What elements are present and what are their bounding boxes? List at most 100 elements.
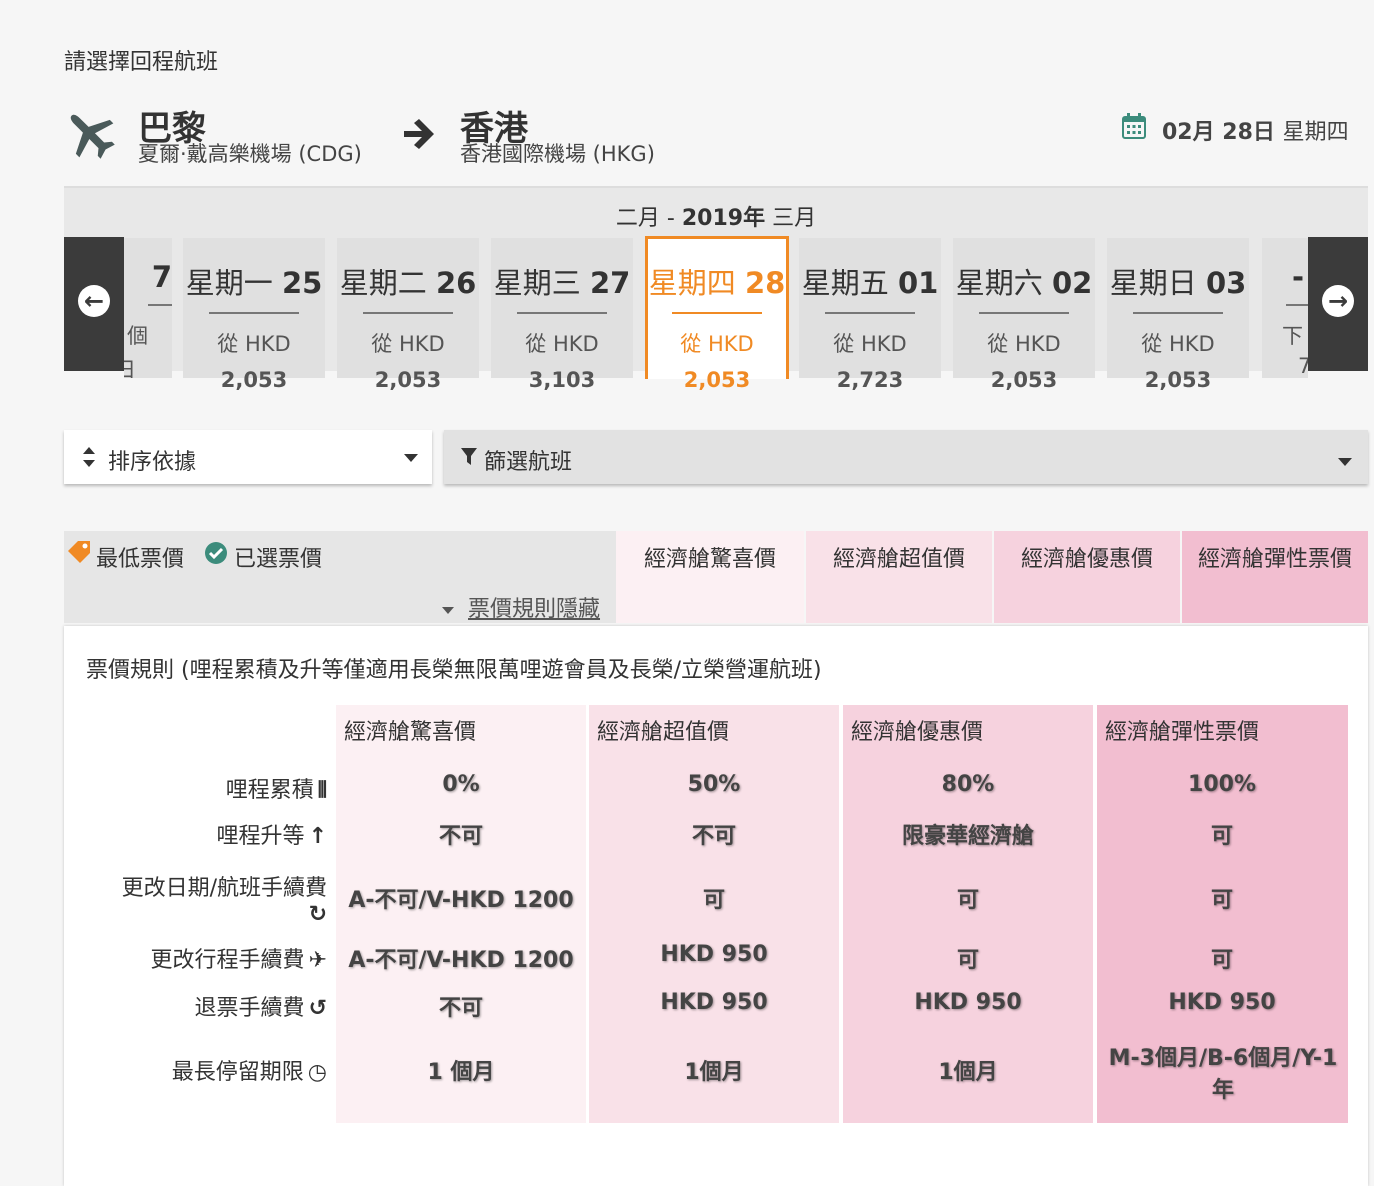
rule-row-label: 更改行程手續費 ✈ <box>151 942 327 974</box>
rule-label-text: 更改日期/航班手續費 <box>121 876 327 901</box>
day-title: 星期五 01 <box>799 260 941 302</box>
rule-row-label: 哩程累積 ⫴ <box>226 772 327 804</box>
day-from-label: 從 HKD <box>833 332 907 356</box>
day-divider <box>825 312 915 314</box>
day-title: 星期四 28 <box>648 260 786 302</box>
partial-right-rule <box>1286 304 1308 306</box>
fare-legend: 最低票價 已選票價 票價規則隱藏 <box>64 531 616 623</box>
day-price: 2,053 <box>374 368 442 392</box>
sort-label: 排序依據 <box>108 450 197 475</box>
fare-rules-toggle-label: 票價規則隱藏 <box>468 597 601 622</box>
day-number: 26 <box>435 266 477 300</box>
month-label: 二月 - 2019年 三月 <box>0 200 1374 232</box>
partial-left-rule <box>148 304 172 306</box>
fare-type-label: 經濟艙超值價 <box>832 547 965 572</box>
day-price: 2,053 <box>990 368 1058 392</box>
day-number: 27 <box>589 266 631 300</box>
rule-cell: 不可 <box>438 824 483 849</box>
sort-icon <box>83 447 95 467</box>
day-weekday: 星期五 <box>801 266 889 300</box>
filter-dropdown[interactable]: 篩選航班 <box>444 430 1368 484</box>
day-card[interactable]: 星期二 26 從 HKD 2,053 <box>337 238 479 392</box>
day-card[interactable]: 星期四 28 從 HKD 2,053 <box>645 236 789 392</box>
day-weekday: 星期六 <box>955 266 1043 300</box>
fare-type-header: 經濟艙超值價 <box>806 531 992 623</box>
price-tag-icon <box>68 541 90 563</box>
rule-cell: HKD 950 <box>914 990 1022 1015</box>
day-weekday: 星期一 <box>185 266 273 300</box>
day-weekday: 星期三 <box>493 266 581 300</box>
day-title: 星期日 03 <box>1107 260 1249 302</box>
fare-type-label: 經濟艙優惠價 <box>1020 547 1153 572</box>
rule-cell: 不可 <box>691 824 736 849</box>
travel-date-value: 02月 28日 <box>1162 120 1275 145</box>
rule-cell: HKD 950 <box>660 990 768 1015</box>
day-divider <box>363 312 453 314</box>
rules-column-header: 經濟艙優惠價 <box>851 720 984 745</box>
miles-icon: ⫴ <box>317 778 327 803</box>
day-price: 2,053 <box>220 368 288 392</box>
day-weekday: 星期日 <box>1109 266 1197 300</box>
sort-dropdown[interactable]: 排序依據 <box>64 430 432 484</box>
rule-row-label: 最長停留期限 ◷ <box>172 1054 327 1086</box>
day-number: 25 <box>281 266 323 300</box>
day-title: 星期六 02 <box>953 260 1095 302</box>
rule-label-text: 最長停留期限 <box>171 1060 304 1085</box>
clock-icon: ◷ <box>307 1060 327 1085</box>
upgrade-arrow-icon: ↑ <box>308 824 327 849</box>
prev-week-button[interactable]: ← <box>64 237 124 371</box>
page-heading: 請選擇回程航班 <box>64 50 219 75</box>
day-card-partial-right[interactable]: - 下 7 <box>1262 238 1308 378</box>
rules-column-header: 經濟艙驚喜價 <box>344 720 477 745</box>
fare-type-header: 經濟艙優惠價 <box>994 531 1180 623</box>
rule-cell: 限豪華經濟艙 <box>901 824 1034 849</box>
day-from-label: 從 HKD <box>525 332 599 356</box>
origin-city: 巴黎 <box>138 109 206 149</box>
rule-label-text: 哩程累積 <box>225 778 314 803</box>
fare-type-label: 經濟艙驚喜價 <box>643 547 776 572</box>
calendar-icon <box>1122 113 1146 139</box>
rule-cell: 可 <box>956 948 979 973</box>
day-weekday: 星期四 <box>648 266 736 300</box>
day-card[interactable]: 星期六 02 從 HKD 2,053 <box>953 238 1095 392</box>
day-card[interactable]: 星期三 27 從 HKD 3,103 <box>491 238 633 392</box>
day-title: 星期二 26 <box>337 260 479 302</box>
day-number: 03 <box>1205 266 1247 300</box>
chevron-down-icon <box>1338 458 1352 466</box>
fare-type-header: 經濟艙驚喜價 <box>616 531 804 623</box>
day-price: 2,053 <box>1144 368 1212 392</box>
chevron-down-icon <box>404 454 418 462</box>
rule-cell: 可 <box>702 888 725 913</box>
day-card-partial-left[interactable]: 7 個 日 <box>124 238 172 378</box>
day-card[interactable]: 星期一 25 從 HKD 2,053 <box>183 238 325 392</box>
rule-cell: 可 <box>1210 824 1233 849</box>
rule-cell: HKD 950 <box>660 942 768 967</box>
day-title: 星期三 27 <box>491 260 633 302</box>
day-from-label: 從 HKD <box>680 332 754 356</box>
rules-column-header: 經濟艙超值價 <box>597 720 730 745</box>
destination-airport: 香港國際機場 (HKG) <box>460 142 655 166</box>
partial-right-title: - <box>1292 260 1305 294</box>
rule-cell: HKD 950 <box>1168 990 1276 1015</box>
rule-label-text: 退票手續費 <box>194 996 305 1021</box>
rules-column-header: 經濟艙彈性票價 <box>1105 720 1260 745</box>
day-card[interactable]: 星期日 03 從 HKD 2,053 <box>1107 238 1249 392</box>
origin-airport: 夏爾·戴高樂機場 (CDG) <box>138 142 362 166</box>
fare-type-header: 經濟艙彈性票價 <box>1182 531 1368 623</box>
rule-row-label: 哩程升等 ↑ <box>217 818 327 850</box>
arrow-left-circle-icon: ← <box>78 285 110 317</box>
fare-rules-title: 票價規則 (哩程累積及升等僅適用長榮無限萬哩遊會員及長榮/立榮營運航班) <box>86 658 822 683</box>
day-from-label: 從 HKD <box>371 332 445 356</box>
day-card[interactable]: 星期五 01 從 HKD 2,723 <box>799 238 941 392</box>
day-price: 2,053 <box>683 368 751 392</box>
day-number: 28 <box>744 266 786 300</box>
rule-label-text: 哩程升等 <box>216 824 305 849</box>
rule-cell: 1個月 <box>938 1060 998 1085</box>
arrow-right-circle-icon: → <box>1322 285 1354 317</box>
fare-rules-toggle[interactable]: 票價規則隱藏 <box>442 591 600 623</box>
legend-lowest-fare: 最低票價 <box>96 547 185 572</box>
partial-right-from: 下 <box>1282 324 1303 348</box>
rule-label-text: 更改行程手續費 <box>150 948 305 973</box>
day-divider <box>979 312 1069 314</box>
next-week-button[interactable]: → <box>1308 237 1368 371</box>
